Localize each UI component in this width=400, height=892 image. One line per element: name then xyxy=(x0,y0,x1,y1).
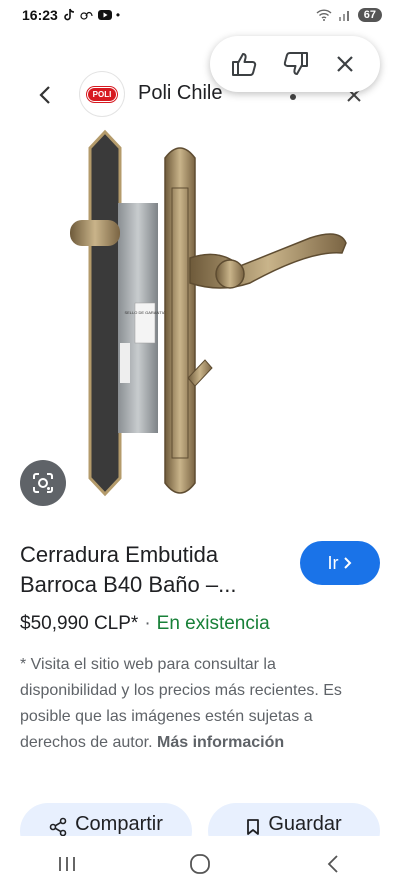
latch xyxy=(120,343,130,383)
youtube-icon xyxy=(97,10,112,20)
signal-icon xyxy=(338,11,349,21)
logo-text: POLI xyxy=(86,86,118,102)
lens-icon xyxy=(33,473,53,493)
notification-icons: • xyxy=(64,8,120,22)
product-title: Cerradura Embutida Barroca B40 Baño –... xyxy=(20,542,237,597)
price-row: $50,990 CLP* · En existencia xyxy=(20,613,270,635)
feedback-popup xyxy=(210,36,380,92)
bookmark-icon xyxy=(247,819,260,835)
tiktok-icon xyxy=(64,8,74,21)
visit-button[interactable]: Ir xyxy=(300,541,380,585)
home-icon xyxy=(190,854,210,874)
wifi-icon xyxy=(316,9,332,21)
chevron-right-icon xyxy=(343,557,351,569)
save-label: Guardar xyxy=(268,813,342,835)
dismiss-feedback-button[interactable] xyxy=(327,46,363,82)
back-button[interactable] xyxy=(28,78,62,112)
battery-indicator: 67 xyxy=(357,8,382,22)
site-logo: POLI xyxy=(80,72,124,116)
price: $50,990 CLP* xyxy=(20,613,139,634)
site-name[interactable]: Poli Chile xyxy=(138,82,222,105)
status-bar: 16:23 • 67 xyxy=(0,0,400,30)
front-plate xyxy=(164,147,196,494)
dot-icon: • xyxy=(115,8,121,22)
lens-button[interactable] xyxy=(20,460,66,506)
clock: 16:23 xyxy=(22,7,58,23)
share-icon xyxy=(49,817,67,837)
recents-button[interactable] xyxy=(37,844,97,884)
right-handle xyxy=(189,233,347,289)
back-icon xyxy=(328,855,338,873)
share-label: Compartir xyxy=(75,813,163,835)
separator: · xyxy=(144,613,151,634)
more-info-link[interactable]: Más información xyxy=(157,734,284,751)
back-plate xyxy=(88,129,122,497)
disclaimer: * Visita el sitio web para consultar la … xyxy=(20,652,370,756)
system-back-button[interactable] xyxy=(303,844,363,884)
thumbs-up-button[interactable] xyxy=(227,46,263,82)
close-icon xyxy=(337,56,353,72)
more-options-icon[interactable] xyxy=(290,94,296,100)
product-image[interactable]: SELLO DE GARANTIA xyxy=(70,128,360,508)
left-handle xyxy=(70,220,120,246)
handle-rosette xyxy=(215,259,245,289)
thumbs-up-icon xyxy=(232,53,257,76)
visit-button-label: Ir xyxy=(327,552,339,573)
back-arrow-icon xyxy=(39,86,50,104)
thumbs-down-button[interactable] xyxy=(277,46,313,82)
system-nav-bar xyxy=(0,836,400,892)
link-icon xyxy=(80,11,93,20)
thumbs-down-icon xyxy=(283,52,308,75)
availability: En existencia xyxy=(156,613,270,634)
warranty-sticker-text: SELLO DE GARANTIA xyxy=(124,310,165,315)
recents-icon xyxy=(58,857,75,871)
warranty-sticker xyxy=(134,302,156,344)
home-button[interactable] xyxy=(170,844,230,884)
